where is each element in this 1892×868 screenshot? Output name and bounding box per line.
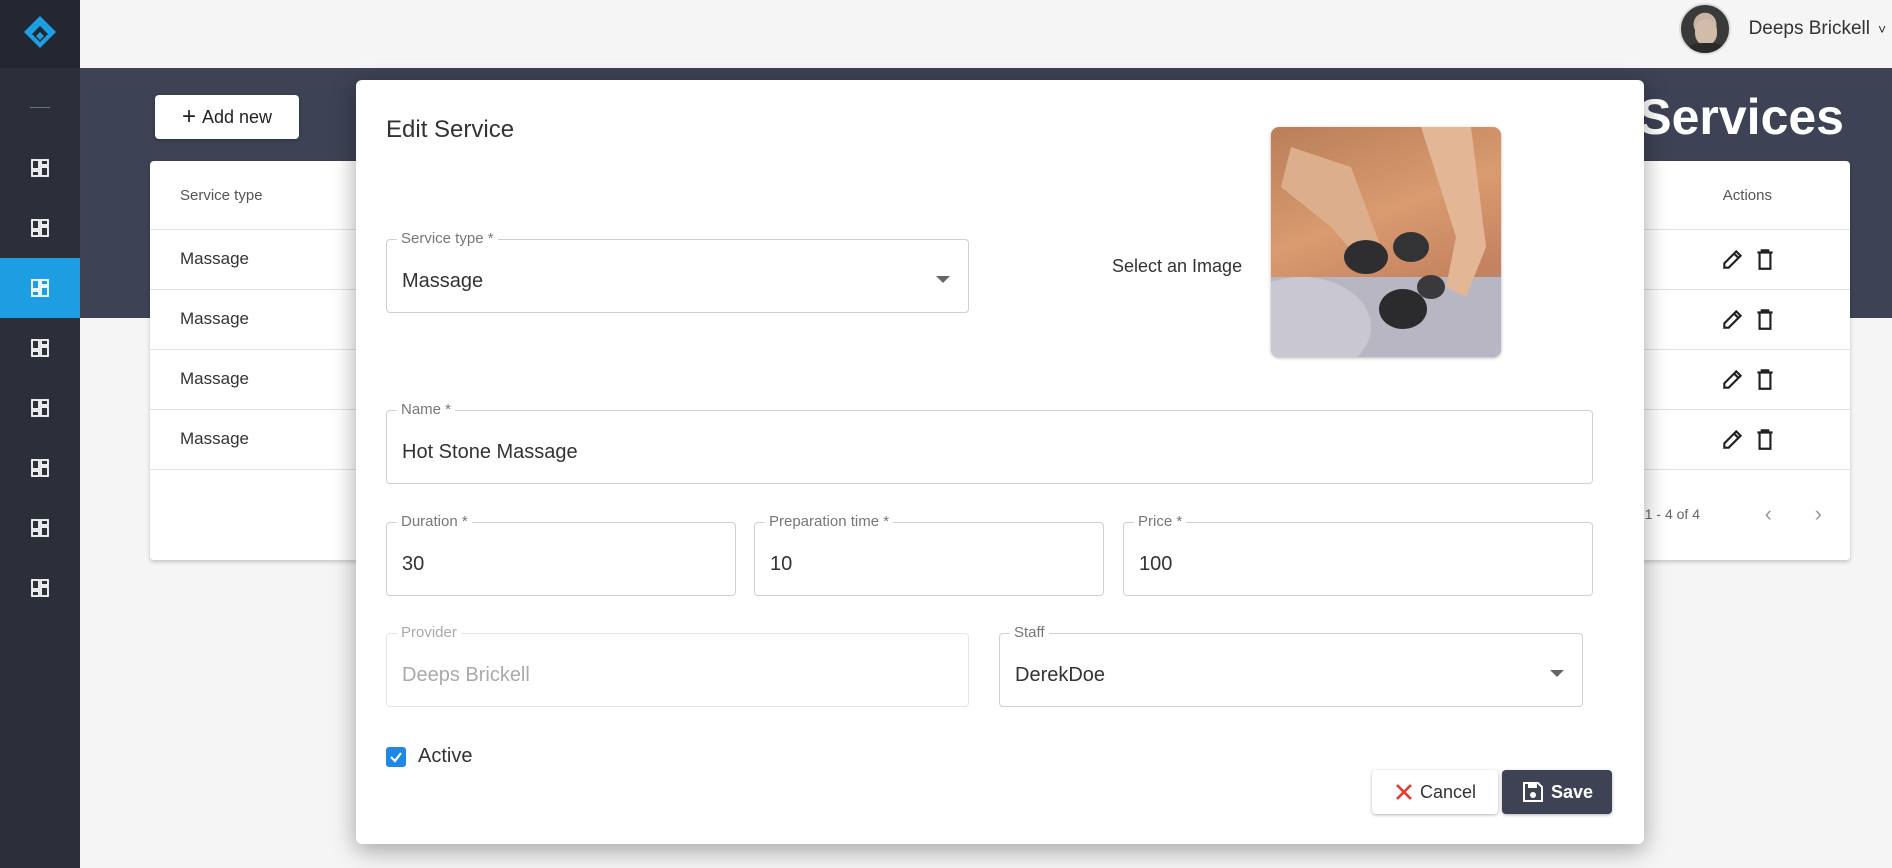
sidebar-item-2[interactable] [0,198,80,258]
select-image-label: Select an Image [1112,256,1243,276]
dropdown-arrow-icon [1550,670,1564,677]
service-type-cell: Massage [180,249,249,268]
active-checkbox[interactable] [386,746,406,767]
user-name: Deeps Brickell [1748,18,1870,39]
preparation-time-label: Preparation time * [765,513,894,530]
cancel-label: Cancel [1419,781,1477,802]
cancel-button[interactable]: Cancel [1372,770,1498,814]
name-label: Name * [397,401,456,418]
column-header-service-type[interactable]: Service type [180,187,263,204]
price-value: 100 [1139,553,1173,575]
delete-icon[interactable] [1752,426,1778,452]
dashboard-icon [31,339,49,357]
add-new-label: Add new [201,106,273,127]
add-new-button[interactable]: + Add new [155,95,299,139]
price-input[interactable]: Price * 100 [1123,513,1593,596]
service-image-picker[interactable] [1271,127,1501,357]
edit-icon[interactable] [1720,306,1746,332]
sidebar-item-6[interactable] [0,438,80,498]
provider-value: Deeps Brickell [402,664,530,686]
top-header: Deeps Brickell ˅ [80,0,1892,68]
close-icon [1394,782,1414,802]
preparation-time-input[interactable]: Preparation time * 10 [754,513,1104,596]
edit-service-dialog: Edit Service Service type * Massage Sele… [356,80,1644,844]
staff-label: Staff [1010,624,1049,641]
row-actions [1720,426,1778,452]
provider-label: Provider [397,624,461,641]
sidebar-item-3[interactable] [0,258,80,318]
column-header-actions: Actions [1722,187,1772,204]
pagination-range: 1 - 4 of 4 [1644,506,1700,522]
dropdown-arrow-icon [936,276,950,283]
page-title: Services [1638,89,1844,145]
logo-icon [24,16,56,48]
service-type-cell: Massage [180,429,249,448]
chevron-right-icon[interactable]: › [1815,501,1822,527]
hot-stone-massage-photo [1271,127,1501,357]
active-checkbox-row[interactable]: Active [386,745,472,768]
plus-icon: + [181,103,196,130]
edit-icon[interactable] [1720,246,1746,272]
sidebar-item-7[interactable] [0,498,80,558]
duration-value: 30 [402,553,425,575]
active-label: Active [418,745,473,767]
delete-icon[interactable] [1752,366,1778,392]
service-type-cell: Massage [180,309,249,328]
app-logo[interactable] [0,0,80,68]
sidebar-item-8[interactable] [0,558,80,618]
chevron-left-icon[interactable]: ‹ [1765,501,1772,527]
save-button[interactable]: Save [1502,770,1612,814]
sidebar-item-4[interactable] [0,318,80,378]
dashboard-icon [31,219,49,237]
sidebar-collapse-icon[interactable] [30,107,50,108]
preparation-time-value: 10 [770,553,793,575]
duration-label: Duration * [397,513,472,530]
dashboard-icon [31,459,49,477]
row-actions [1720,246,1778,272]
dashboard-icon [31,579,49,597]
service-type-cell: Massage [180,369,249,388]
provider-input: Provider Deeps Brickell [386,624,969,707]
name-input[interactable]: Name * Hot Stone Massage [386,401,1593,484]
avatar[interactable] [1678,3,1731,55]
row-actions [1720,306,1778,332]
service-type-value: Massage [402,270,484,292]
staff-select[interactable]: Staff DerekDoe [999,624,1583,707]
staff-value: DerekDoe [1015,664,1106,686]
save-label: Save [1550,781,1594,802]
user-menu[interactable]: Deeps Brickell ˅ [1678,0,1892,58]
delete-icon[interactable] [1752,246,1778,272]
chevron-down-icon[interactable]: ˅ [1878,21,1892,37]
price-label: Price * [1134,513,1187,530]
dialog-title: Edit Service [386,116,515,143]
dashboard-icon [31,159,49,177]
name-value: Hot Stone Massage [402,441,578,463]
row-actions [1720,366,1778,392]
delete-icon[interactable] [1752,306,1778,332]
checkmark-icon [390,751,402,763]
edit-icon[interactable] [1720,366,1746,392]
save-icon [1521,780,1545,804]
service-type-label: Service type * [397,230,498,247]
service-type-select[interactable]: Service type * Massage [386,230,969,313]
dashboard-icon [31,279,49,297]
sidebar-item-1[interactable] [0,138,80,198]
sidebar-item-5[interactable] [0,378,80,438]
edit-icon[interactable] [1720,426,1746,452]
dashboard-icon [31,519,49,537]
dashboard-icon [31,399,49,417]
duration-input[interactable]: Duration * 30 [386,513,736,596]
